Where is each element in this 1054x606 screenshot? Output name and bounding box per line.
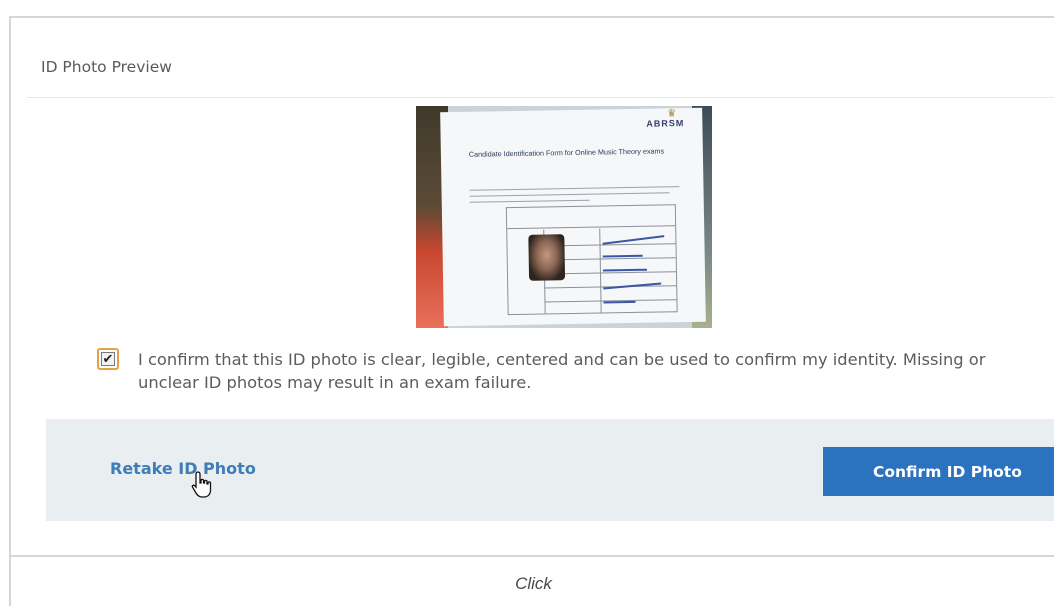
retake-photo-link[interactable]: Retake ID Photo [110,459,256,478]
bottom-bar: Click [9,555,1054,606]
confirm-photo-button[interactable]: Confirm ID Photo [823,447,1054,496]
panel-title: ID Photo Preview [41,58,172,76]
form-text-line [469,199,590,204]
checkmark-icon: ✔ [101,352,115,367]
candidate-face [528,234,566,281]
form-text-line [469,192,670,198]
form-table-col [599,228,602,313]
confirm-statement: I confirm that this ID photo is clear, l… [138,350,986,392]
abrsm-logo: ABRSM [646,118,685,129]
panel-header: ID Photo Preview [27,18,1054,98]
identification-form-image: ♛ ABRSM Candidate Identification Form fo… [440,107,706,327]
id-photo-preview: ♛ ABRSM Candidate Identification Form fo… [416,106,712,328]
confirm-checkbox[interactable]: ✔ [97,348,119,370]
form-heading: Candidate Identification Form for Online… [468,146,665,159]
hand-cursor-icon [191,471,212,498]
form-text-line [469,186,680,192]
action-caption: Click [515,574,552,593]
form-table-row [507,225,676,230]
